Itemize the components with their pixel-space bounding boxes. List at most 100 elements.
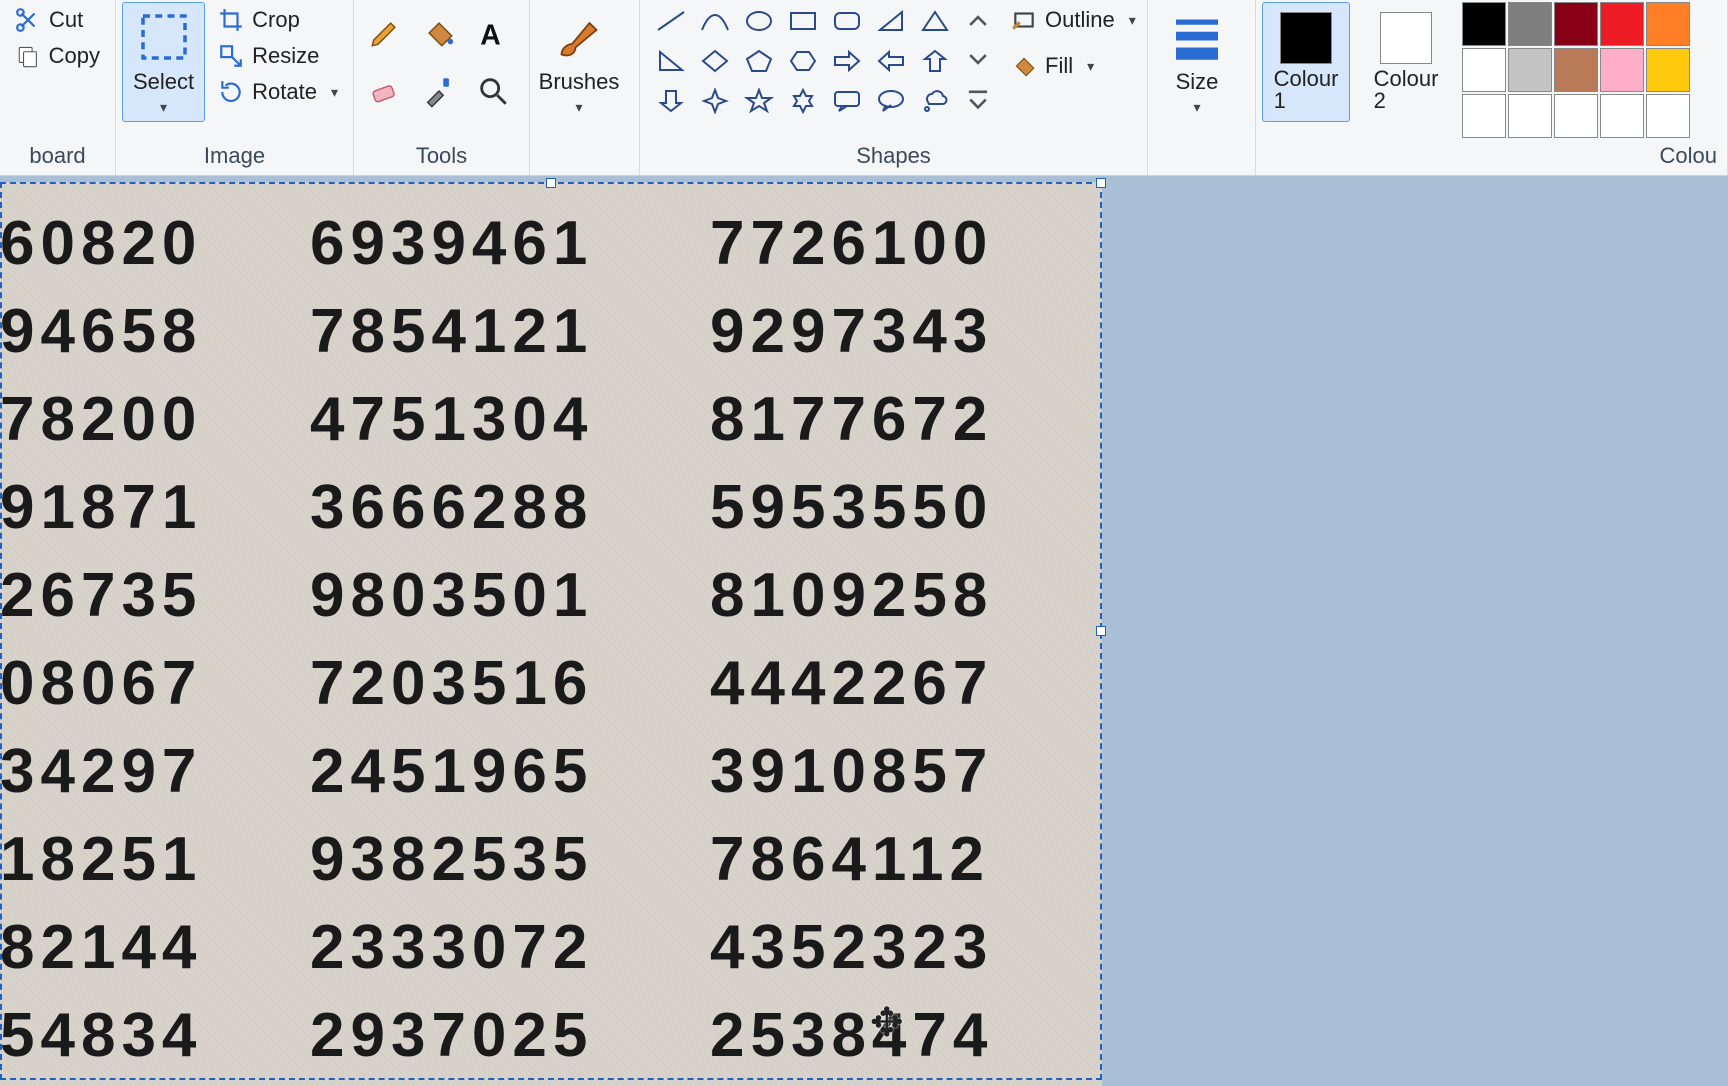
group-brushes: Brushes [530,0,640,175]
number-cell: 18251 [0,816,230,904]
number-row: 9187136662885953550 [0,464,1060,552]
eyedropper-tool[interactable] [414,64,464,118]
number-cell: 4751304 [230,376,650,464]
swatch-1[interactable] [1508,2,1552,46]
swatch-14[interactable] [1646,94,1690,138]
swatch-0[interactable] [1462,2,1506,46]
swatch-8[interactable] [1600,48,1644,92]
fill-button[interactable]: Fill [1002,48,1145,84]
shape-callout-cloud[interactable] [914,82,956,120]
group-clipboard-label: board [6,139,109,175]
number-cell: 9297343 [650,288,1060,376]
number-cell: 26735 [0,552,230,640]
group-image: Select Crop Resize Rotate Image [116,0,354,175]
swatch-10[interactable] [1462,94,1506,138]
shape-arrow-down[interactable] [650,82,692,120]
shape-oval[interactable] [738,2,780,40]
shape-callout-rect[interactable] [826,82,868,120]
shapes-scroll-down[interactable] [964,40,992,78]
group-image-label: Image [122,139,347,175]
shape-triangle-right[interactable] [870,2,912,40]
number-cell: 8109258 [650,552,1060,640]
swatch-5[interactable] [1462,48,1506,92]
number-cell: 9803501 [230,552,650,640]
group-colours: Colou [1456,0,1728,175]
swatch-7[interactable] [1554,48,1598,92]
pencil-tool[interactable] [360,6,410,60]
shape-callout-oval[interactable] [870,82,912,120]
colour-palette[interactable] [1462,2,1721,138]
number-cell: 5953550 [650,464,1060,552]
select-button[interactable]: Select [122,2,205,122]
number-row: 7820047513048177672 [0,376,1060,464]
shape-arrow-right[interactable] [826,42,868,80]
eraser-icon [368,74,402,108]
copy-icon [15,43,41,69]
shape-rounded-rect[interactable] [826,2,868,40]
number-cell: 2937025 [230,992,650,1080]
number-cell: 7203516 [230,640,650,728]
shape-line[interactable] [650,2,692,40]
group-colours-label: Colou [1462,139,1721,175]
shape-diamond[interactable] [694,42,736,80]
number-cell: 78200 [0,376,230,464]
magnifier-icon [476,74,510,108]
shape-pentagon[interactable] [738,42,780,80]
shape-right-triangle2[interactable] [650,42,692,80]
shape-star5[interactable] [738,82,780,120]
rotate-label: Rotate [252,79,317,105]
colour2-label2: 2 [1374,88,1386,113]
pencil-icon [368,16,402,50]
swatch-2[interactable] [1554,2,1598,46]
shape-triangle[interactable] [914,2,956,40]
colour1-label2: 1 [1274,88,1286,113]
shapes-more[interactable] [964,78,992,116]
swatch-6[interactable] [1508,48,1552,92]
text-tool[interactable]: A [468,6,518,60]
number-cell: 34297 [0,728,230,816]
number-cell: 91871 [0,464,230,552]
svg-text:A: A [480,19,500,50]
shape-rectangle[interactable] [782,2,824,40]
brushes-label: Brushes [539,69,620,95]
swatch-12[interactable] [1554,94,1598,138]
canvas[interactable]: 6082069394617726100946587854121929734378… [0,182,1102,1086]
shape-star6[interactable] [782,82,824,120]
crop-button[interactable]: Crop [209,2,347,38]
bucket-tool[interactable] [414,6,464,60]
swatch-11[interactable] [1508,94,1552,138]
shape-star4[interactable] [694,82,736,120]
number-cell: 9382535 [230,816,650,904]
colour2-well [1380,12,1432,64]
scissors-icon [15,7,41,33]
copy-button[interactable]: Copy [6,38,109,74]
resize-button[interactable]: Resize [209,38,347,74]
resize-icon [218,43,244,69]
swatch-13[interactable] [1600,94,1644,138]
rotate-icon [218,79,244,105]
fill-label: Fill [1045,53,1073,79]
colour1-well [1280,12,1332,64]
group-colour2: Colour2 [1356,0,1456,175]
text-icon: A [476,16,510,50]
colour2-button[interactable]: Colour2 [1362,2,1450,122]
shapes-gallery[interactable] [646,2,960,120]
swatch-3[interactable] [1600,2,1644,46]
shape-arrow-left[interactable] [870,42,912,80]
workspace: 6082069394617726100946587854121929734378… [0,176,1728,1080]
colour1-button[interactable]: Colour1 [1262,2,1350,122]
eraser-tool[interactable] [360,64,410,118]
shapes-scroll-up[interactable] [964,2,992,40]
shape-arrow-up[interactable] [914,42,956,80]
outline-button[interactable]: Outline [1002,2,1145,38]
cut-button[interactable]: Cut [6,2,109,38]
size-label: Size [1176,69,1219,95]
shape-curve[interactable] [694,2,736,40]
swatch-4[interactable] [1646,2,1690,46]
size-button[interactable]: Size [1154,2,1240,122]
shape-hexagon[interactable] [782,42,824,80]
magnifier-tool[interactable] [468,64,518,118]
rotate-button[interactable]: Rotate [209,74,347,110]
brushes-button[interactable]: Brushes [536,2,622,122]
swatch-9[interactable] [1646,48,1690,92]
